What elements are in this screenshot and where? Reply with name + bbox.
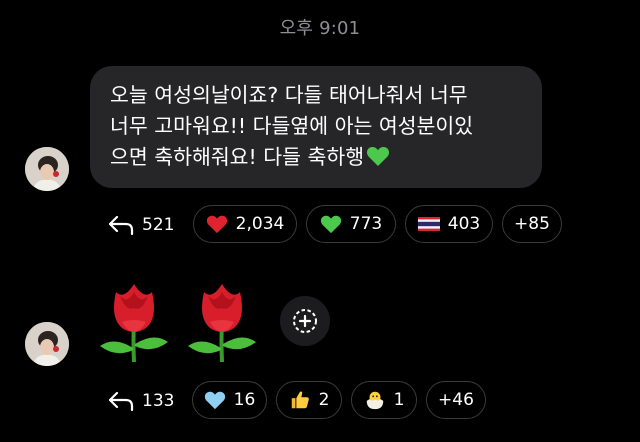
reply-button[interactable]: 133 — [108, 381, 174, 421]
reaction-count: 2,034 — [235, 214, 285, 234]
reaction-count: 16 — [233, 390, 256, 410]
reaction-thailand-flag[interactable]: 403 — [405, 205, 493, 243]
reaction-thumbs-up[interactable]: 2 — [276, 381, 342, 419]
rose-icon — [100, 284, 168, 363]
hatching-chick-icon — [366, 391, 383, 410]
message-text: 오늘 여성의날이죠? 다들 태어나줘서 너무 너무 고마워요!! 다들옆에 아는… — [110, 83, 474, 169]
thumbs-up-icon — [291, 391, 309, 409]
reaction-green-heart[interactable]: 773 — [306, 205, 396, 243]
reply-count: 133 — [142, 391, 175, 411]
red-heart-icon — [206, 215, 227, 234]
reply-count: 521 — [142, 215, 175, 235]
rose-emoji[interactable] — [96, 278, 172, 363]
reaction-light-blue-heart[interactable]: 16 — [192, 381, 267, 419]
more-reactions-button[interactable]: +85 — [502, 205, 562, 243]
avatar-photo-icon — [25, 322, 69, 366]
green-heart-icon — [367, 146, 390, 166]
light-blue-heart-icon — [204, 391, 225, 410]
sender-avatar[interactable] — [25, 322, 69, 366]
reaction-hatching-chick[interactable]: 1 — [351, 381, 417, 419]
green-heart-icon — [320, 215, 341, 234]
reply-arrow-icon — [108, 215, 134, 235]
reaction-count: 1 — [393, 390, 405, 410]
reaction-count: 773 — [349, 214, 383, 234]
rose-emoji[interactable] — [184, 278, 260, 363]
message-timestamp: 오후 9:01 — [279, 18, 361, 39]
reaction-red-heart[interactable]: 2,034 — [193, 205, 297, 243]
reaction-count: 403 — [447, 214, 481, 234]
reply-button[interactable]: 521 — [108, 205, 174, 245]
message-bubble[interactable]: 오늘 여성의날이죠? 다들 태어나줘서 너무 너무 고마워요!! 다들옆에 아는… — [90, 66, 542, 188]
reaction-count: 2 — [318, 390, 330, 410]
more-reactions-label: +46 — [438, 390, 474, 410]
more-reactions-label: +85 — [514, 214, 550, 234]
more-reactions-button[interactable]: +46 — [426, 381, 486, 419]
thailand-flag-icon — [417, 217, 440, 231]
reply-arrow-icon — [108, 391, 134, 411]
avatar-photo-icon — [25, 147, 69, 191]
sender-avatar[interactable] — [25, 147, 69, 191]
add-emoji-icon — [293, 309, 317, 333]
add-reaction-button[interactable] — [280, 296, 330, 346]
rose-icon — [188, 284, 256, 363]
